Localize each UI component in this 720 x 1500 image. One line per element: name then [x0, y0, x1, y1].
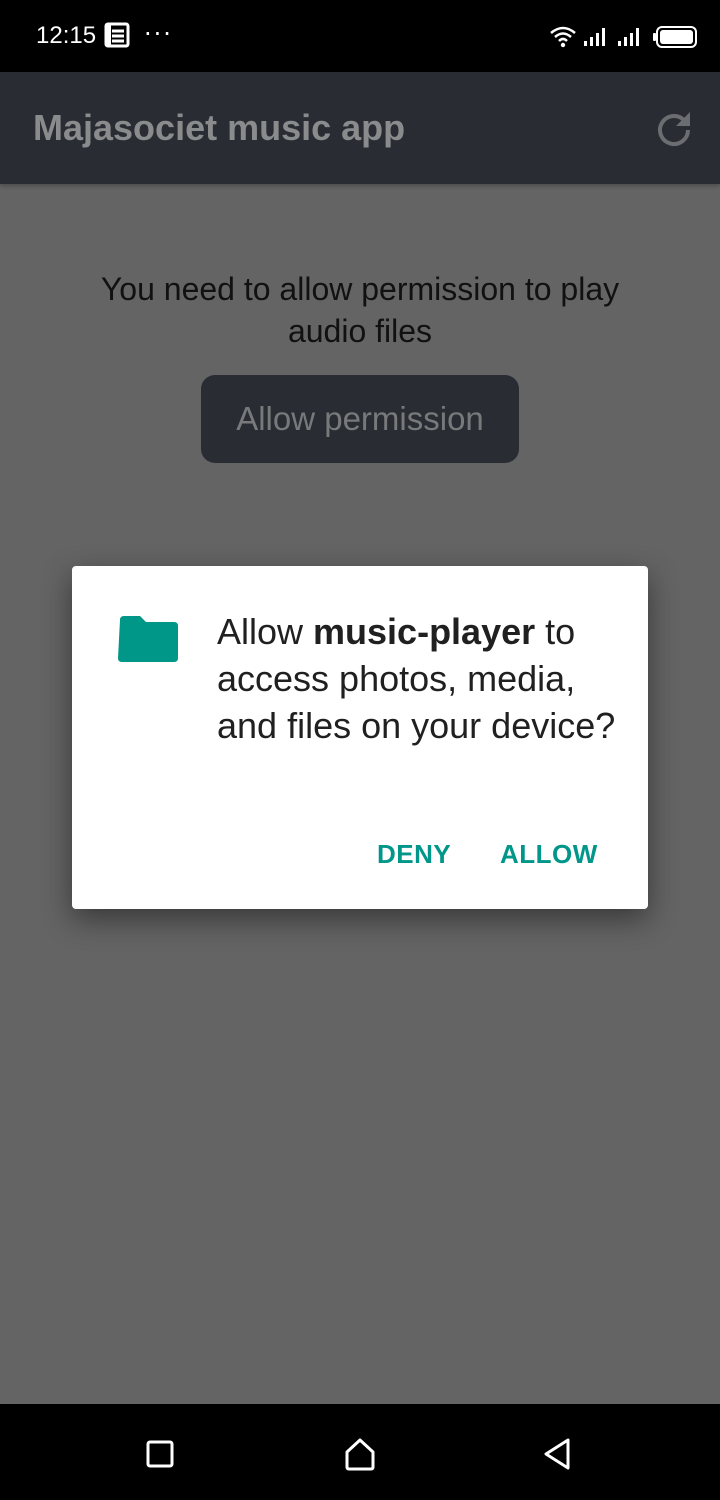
- signal-icon: [584, 28, 605, 46]
- home-icon[interactable]: [340, 1434, 380, 1474]
- folder-icon: [118, 616, 178, 662]
- app-title: Majasociet music app: [33, 107, 406, 148]
- permission-message: You need to allow permission to play aud…: [100, 271, 620, 349]
- recents-icon[interactable]: [140, 1434, 180, 1474]
- dialog-app-name: music-player: [313, 611, 536, 652]
- allow-button[interactable]: ALLOW: [500, 834, 598, 874]
- status-time: 12:15: [36, 22, 97, 49]
- app-bar: Majasociet music app: [0, 72, 720, 184]
- dialog-message-prefix: Allow: [217, 611, 314, 652]
- permission-dialog: Allow music-player to access photos, med…: [72, 566, 648, 909]
- signal-icon: [618, 28, 639, 46]
- refresh-icon[interactable]: [652, 108, 696, 152]
- more-notifications-icon: ···: [144, 20, 173, 48]
- notification-icon: [104, 22, 130, 48]
- status-icons: [550, 22, 698, 52]
- wifi-icon: [550, 26, 576, 48]
- battery-icon: [653, 26, 697, 48]
- allow-permission-button[interactable]: Allow permission: [201, 375, 519, 463]
- navigation-bar: [0, 1404, 720, 1500]
- dialog-message: Allow music-player to access photos, med…: [217, 608, 627, 749]
- status-bar: 12:15 ···: [0, 0, 720, 72]
- deny-button[interactable]: DENY: [377, 834, 451, 874]
- back-icon[interactable]: [538, 1434, 578, 1474]
